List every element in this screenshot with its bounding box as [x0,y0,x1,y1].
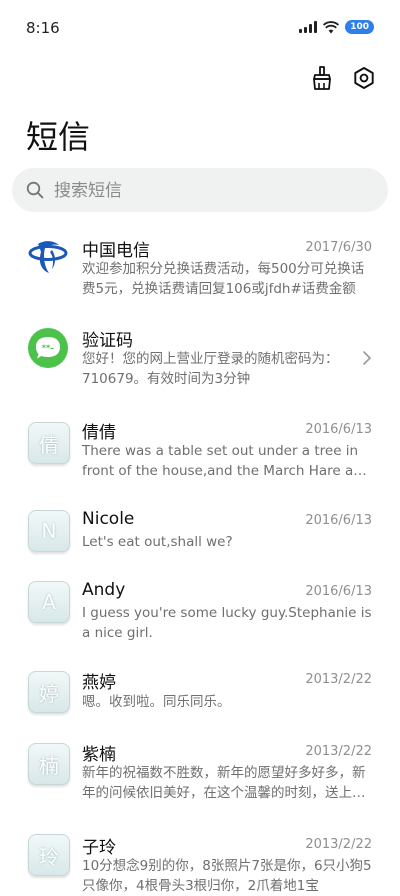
contact-avatar: 婷 [28,671,70,713]
message-date: 2013/2/22 [305,837,372,852]
contact-avatar: 倩 [28,422,70,464]
message-date: 2016/6/13 [305,422,372,437]
message-item-verification[interactable]: **– 验证码 您好！您的网上营业厅登录的随机密码为：710679。有效时间为3… [0,312,400,404]
message-sender: 验证码 [82,331,133,351]
contact-avatar: 玲 [28,834,70,876]
top-actions [308,64,378,92]
message-date: 2013/2/22 [305,744,372,759]
message-sender: Andy [82,580,126,600]
message-item[interactable]: 楠 紫楠 2013/2/22 新年的祝福数不胜数，新年的愿望好多好多，新年的问候… [0,728,400,820]
message-preview: 嗯。收到啦。同乐同乐。 [82,694,231,710]
message-item[interactable]: 婷 燕婷 2013/2/22 嗯。收到啦。同乐同乐。 [0,658,400,728]
gear-icon[interactable] [350,64,378,92]
message-preview: There was a table set out under a tree i… [82,443,371,479]
message-date: 2016/6/13 [305,513,372,528]
message-preview: 新年的祝福数不胜数，新年的愿望好多好多，新年的问候依旧美好，在这个温馨的时刻，送… [82,765,366,801]
contact-avatar: 楠 [28,743,70,785]
message-item[interactable]: 倩 倩倩 2016/6/13 There was a table set out… [0,404,400,494]
wifi-icon [323,20,340,33]
message-preview: I guess you're some lucky guy.Stephanie … [82,605,372,641]
status-time: 8:16 [26,19,60,37]
search-icon [26,181,44,199]
message-preview: Let's eat out,shall we? [82,534,233,550]
page-title: 短信 [26,118,91,156]
message-sender: 倩倩 [82,423,116,443]
contact-avatar: A [28,581,70,623]
svg-text:**–: **– [42,344,54,353]
status-bar: 8:16 100 [0,0,400,56]
message-item-china-telecom[interactable]: 中国电信 2017/6/30 欢迎参加积分兑换话费活动，每500分可兑换话费5元… [0,222,400,312]
contact-avatar: N [28,510,70,552]
message-sender: 燕婷 [82,673,116,693]
search-bar[interactable] [12,168,388,214]
status-icons: 100 [299,20,374,34]
chevron-right-icon [363,351,371,365]
battery-icon: 100 [345,20,374,34]
message-sender: 紫楠 [82,745,116,765]
message-date: 2016/6/13 [305,584,372,599]
search-input[interactable] [52,168,376,214]
message-item[interactable]: 玲 子玲 2013/2/22 10分想念9别的你，8张照片7张是你，6只小狗5只… [0,820,400,894]
signal-icon [299,21,318,33]
message-preview: 10分想念9别的你，8张照片7张是你，6只小狗5只像你，4根骨头3根归你，2爪着… [82,858,372,894]
message-sender: 子玲 [82,838,116,858]
message-date: 2013/2/22 [305,672,372,687]
message-preview: 您好！您的网上营业厅登录的随机密码为：710679。有效时间为3分钟 [82,351,339,387]
message-item[interactable]: A Andy 2016/6/13 I guess you're some luc… [0,566,400,658]
message-bubble-icon: **– [28,328,68,368]
message-item[interactable]: N Nicole 2016/6/13 Let's eat out,shall w… [0,494,400,566]
message-sender: Nicole [82,509,135,529]
message-sender: 中国电信 [82,241,150,261]
message-preview: 欢迎参加积分兑换话费活动，每500分可兑换话费5元，兑换话费请回复106或jfd… [82,261,365,297]
message-date: 2017/6/30 [305,240,372,255]
message-list: 中国电信 2017/6/30 欢迎参加积分兑换话费活动，每500分可兑换话费5元… [0,222,400,894]
china-telecom-logo [28,236,68,276]
broom-icon[interactable] [308,64,336,92]
